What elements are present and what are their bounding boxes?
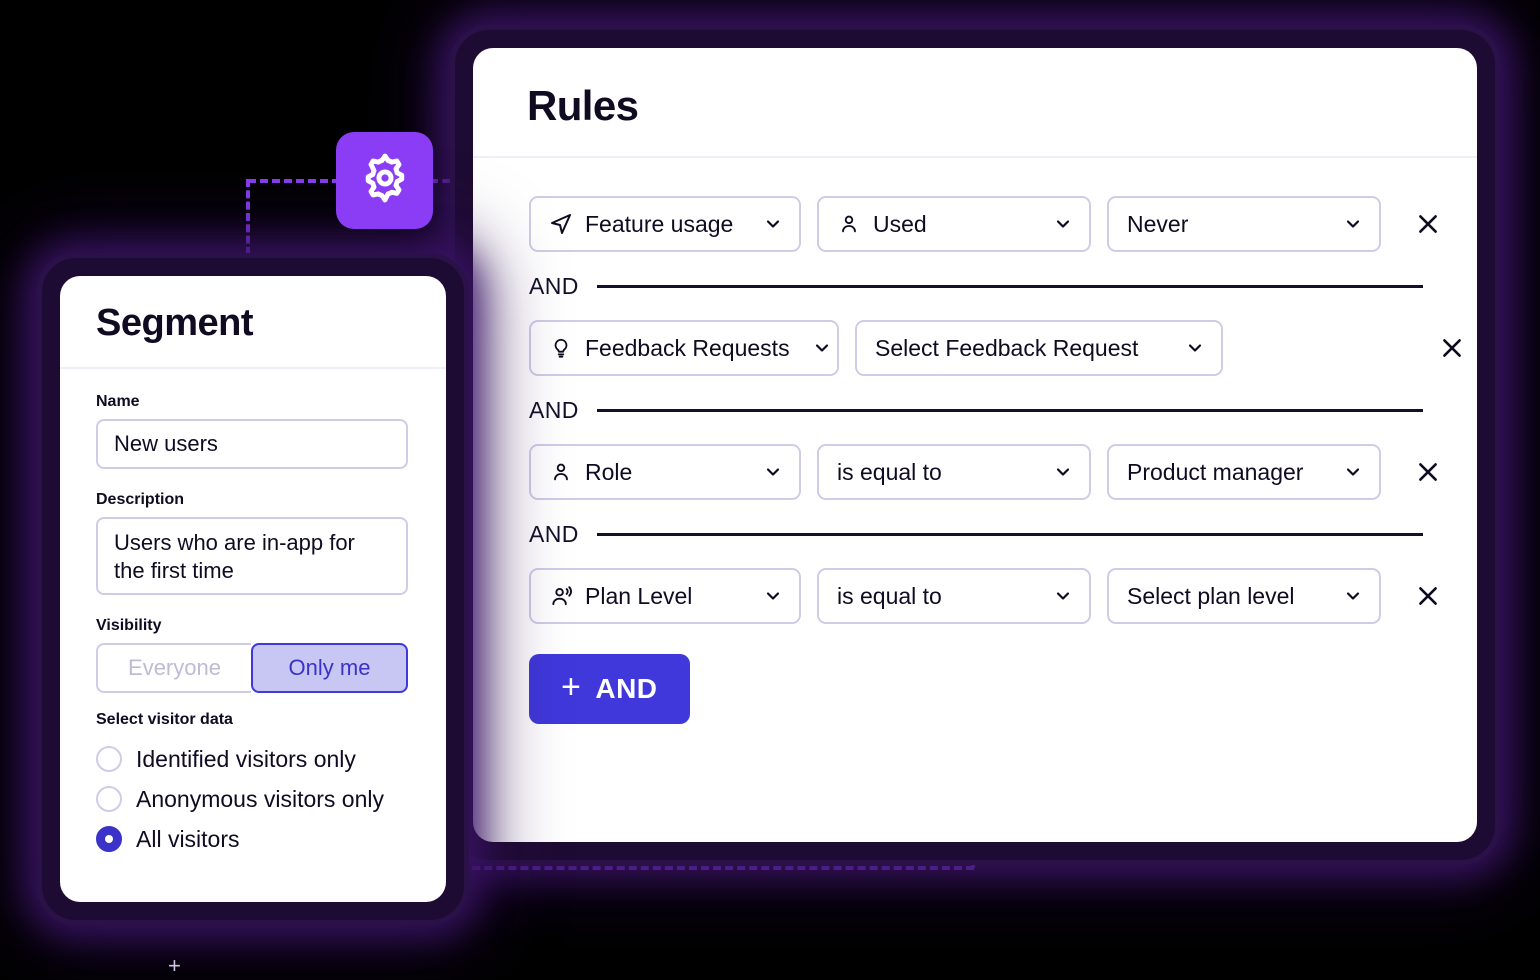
connector-gear-to-left [248, 179, 340, 183]
remove-rule-button-2[interactable] [1435, 331, 1469, 365]
rule-value-dropdown-4[interactable]: Select plan level [1107, 568, 1381, 624]
plus-marker-icon: + [168, 953, 181, 978]
name-input[interactable]: New users [96, 419, 408, 469]
rule-type-dropdown-3[interactable]: Role [529, 444, 801, 500]
visibility-option-only-me[interactable]: Only me [251, 643, 408, 693]
rule-value-dropdown-3[interactable]: Product manager [1107, 444, 1381, 500]
segment-panel-shell: Segment Name New users Description Users… [42, 258, 464, 920]
segment-title: Segment [96, 302, 253, 344]
rule-value-dropdown-2[interactable]: Select Feedback Request [855, 320, 1223, 376]
rule-type-dropdown-2[interactable]: Feedback Requests [529, 320, 839, 376]
chevron-down-icon [1185, 338, 1205, 358]
and-separator-label: AND [529, 520, 579, 547]
table-row: Feedback Requests Select Feedback Reques… [473, 320, 1477, 376]
rule-operator-dropdown-1[interactable]: Used [817, 196, 1091, 252]
table-row: Plan Level is equal to Select plan level [473, 568, 1477, 624]
rule-type-dropdown-1[interactable]: Feature usage [529, 196, 801, 252]
and-separator-label: AND [529, 272, 579, 299]
rule-type-label-4: Plan Level [585, 582, 693, 609]
and-separator-label: AND [529, 396, 579, 423]
lightbulb-icon [549, 336, 573, 360]
visibility-option-everyone[interactable]: Everyone [96, 643, 251, 693]
and-separator-line [596, 408, 1423, 412]
chevron-down-icon [1343, 462, 1363, 482]
settings-badge[interactable] [336, 132, 433, 229]
and-separator-line [596, 284, 1423, 288]
and-separator-3: AND [473, 500, 1477, 568]
rule-value-label-1: Never [1127, 210, 1189, 237]
visitor-data-radio-group: Identified visitors only Anonymous visit… [96, 739, 410, 859]
radio-label: Identified visitors only [136, 745, 356, 772]
rule-operator-dropdown-3[interactable]: is equal to [817, 444, 1091, 500]
visitor-data-field-label: Select visitor data [96, 711, 233, 728]
and-separator-1: AND [473, 252, 1477, 320]
rule-operator-label-3: is equal to [837, 458, 942, 485]
rule-operator-label-4: is equal to [837, 582, 942, 609]
person-broadcast-icon [549, 584, 573, 608]
chevron-down-icon [763, 586, 783, 606]
description-field-label: Description [96, 491, 185, 508]
segment-panel-header: Segment [60, 276, 446, 369]
chevron-down-icon [1343, 214, 1363, 234]
chevron-down-icon [1053, 586, 1073, 606]
rule-operator-label-1: Used [873, 210, 927, 237]
radio-icon-selected [96, 826, 122, 852]
radio-label: Anonymous visitors only [136, 785, 384, 812]
description-input[interactable]: Users who are in-app for the first time [96, 517, 408, 595]
rule-value-label-2: Select Feedback Request [875, 334, 1139, 361]
radio-all-visitors[interactable]: All visitors [96, 819, 410, 859]
rules-panel: Rules Feature usage Used Never AND Feedb… [473, 48, 1477, 842]
add-rule-area: + AND [473, 624, 1477, 724]
rule-type-label-2: Feedback Requests [585, 334, 790, 361]
and-separator-2: AND [473, 376, 1477, 444]
segment-panel: Segment Name New users Description Users… [60, 276, 446, 902]
person-icon [549, 460, 573, 484]
remove-rule-button-1[interactable] [1411, 207, 1445, 241]
rule-type-label-3: Role [585, 458, 633, 485]
chevron-down-icon [763, 214, 783, 234]
rule-value-dropdown-1[interactable]: Never [1107, 196, 1381, 252]
radio-icon [96, 746, 122, 772]
navigation-arrow-icon [549, 212, 573, 236]
rule-value-label-4: Select plan level [1127, 582, 1295, 609]
rule-type-label-1: Feature usage [585, 210, 734, 237]
remove-rule-button-3[interactable] [1411, 455, 1445, 489]
visibility-field-label: Visibility [96, 617, 162, 634]
rule-type-dropdown-4[interactable]: Plan Level [529, 568, 801, 624]
name-field-label: Name [96, 393, 140, 410]
rules-list: Feature usage Used Never AND Feedback Re… [473, 158, 1477, 724]
remove-rule-button-4[interactable] [1411, 579, 1445, 613]
connector-rules-to-segment [424, 866, 974, 870]
add-and-condition-button[interactable]: + AND [529, 654, 690, 724]
rules-panel-shell: Rules Feature usage Used Never AND Feedb… [455, 30, 1495, 860]
radio-icon [96, 786, 122, 812]
add-and-condition-label: AND [595, 673, 658, 704]
chevron-down-icon [763, 462, 783, 482]
page-root: Rules Feature usage Used Never AND Feedb… [0, 0, 1540, 980]
page-title: Rules [527, 82, 639, 129]
and-separator-line [596, 532, 1423, 536]
chevron-down-icon [1343, 586, 1363, 606]
person-icon [837, 212, 861, 236]
segment-form: Name New users Description Users who are… [60, 369, 446, 859]
table-row: Role is equal to Product manager [473, 444, 1477, 500]
rule-value-label-3: Product manager [1127, 458, 1304, 485]
plus-icon: + [561, 668, 582, 706]
radio-identified-visitors-only[interactable]: Identified visitors only [96, 739, 410, 779]
radio-anonymous-visitors-only[interactable]: Anonymous visitors only [96, 779, 410, 819]
chevron-down-icon [812, 338, 832, 358]
rules-panel-header: Rules [473, 48, 1477, 158]
rule-operator-dropdown-4[interactable]: is equal to [817, 568, 1091, 624]
visibility-toggle-group: Everyone Only me [96, 643, 408, 693]
chevron-down-icon [1053, 462, 1073, 482]
table-row: Feature usage Used Never [473, 196, 1477, 252]
chevron-down-icon [1053, 214, 1073, 234]
radio-label: All visitors [136, 825, 240, 852]
gear-icon [357, 150, 413, 211]
